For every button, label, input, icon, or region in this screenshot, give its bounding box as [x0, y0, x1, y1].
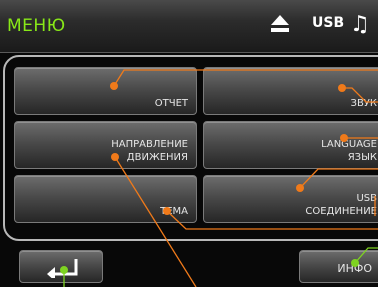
route-button[interactable]: НАПРАВЛЕНИЕ ДВИЖЕНИЯ: [14, 121, 197, 169]
usb-connection-button[interactable]: USB СОЕДИНЕНИЕ: [203, 175, 378, 223]
menu-screen: МЕНЮ USB ♫ ОТЧЕТ ЗВУК НАПРАВЛЕНИЕ ДВИЖЕН…: [0, 0, 378, 287]
usb-icon-label: USB: [312, 15, 345, 31]
usb-button-label-line1: USB: [356, 193, 377, 204]
language-button-label-line2: ЯЗЫК: [347, 152, 377, 163]
theme-button[interactable]: ТЕМА: [14, 175, 197, 223]
sound-button[interactable]: ЗВУК: [203, 67, 378, 115]
report-button[interactable]: ОТЧЕТ: [14, 67, 197, 115]
header-bar: МЕНЮ USB ♫: [0, 0, 378, 53]
language-button[interactable]: LANGUAGE ЯЗЫК: [203, 121, 378, 169]
usb-icon: USB: [312, 15, 344, 31]
info-button[interactable]: ИНФО: [299, 250, 378, 283]
route-button-label-line1: НАПРАВЛЕНИЕ: [111, 139, 188, 150]
language-button-label-line1: LANGUAGE: [321, 139, 377, 150]
page-title: МЕНЮ: [7, 16, 66, 36]
eject-icon: [270, 13, 290, 39]
back-arrow-icon: [45, 258, 79, 281]
report-button-label: ОТЧЕТ: [154, 98, 188, 109]
back-button[interactable]: [19, 250, 103, 283]
theme-button-label: ТЕМА: [160, 206, 188, 217]
sound-button-label: ЗВУК: [350, 98, 377, 109]
info-button-label: ИНФО: [337, 262, 372, 275]
route-button-label-line2: ДВИЖЕНИЯ: [126, 152, 188, 163]
usb-button-label-line2: СОЕДИНЕНИЕ: [305, 206, 377, 217]
music-note-icon: ♫: [350, 12, 370, 37]
music-note-glyph: ♫: [350, 12, 370, 37]
